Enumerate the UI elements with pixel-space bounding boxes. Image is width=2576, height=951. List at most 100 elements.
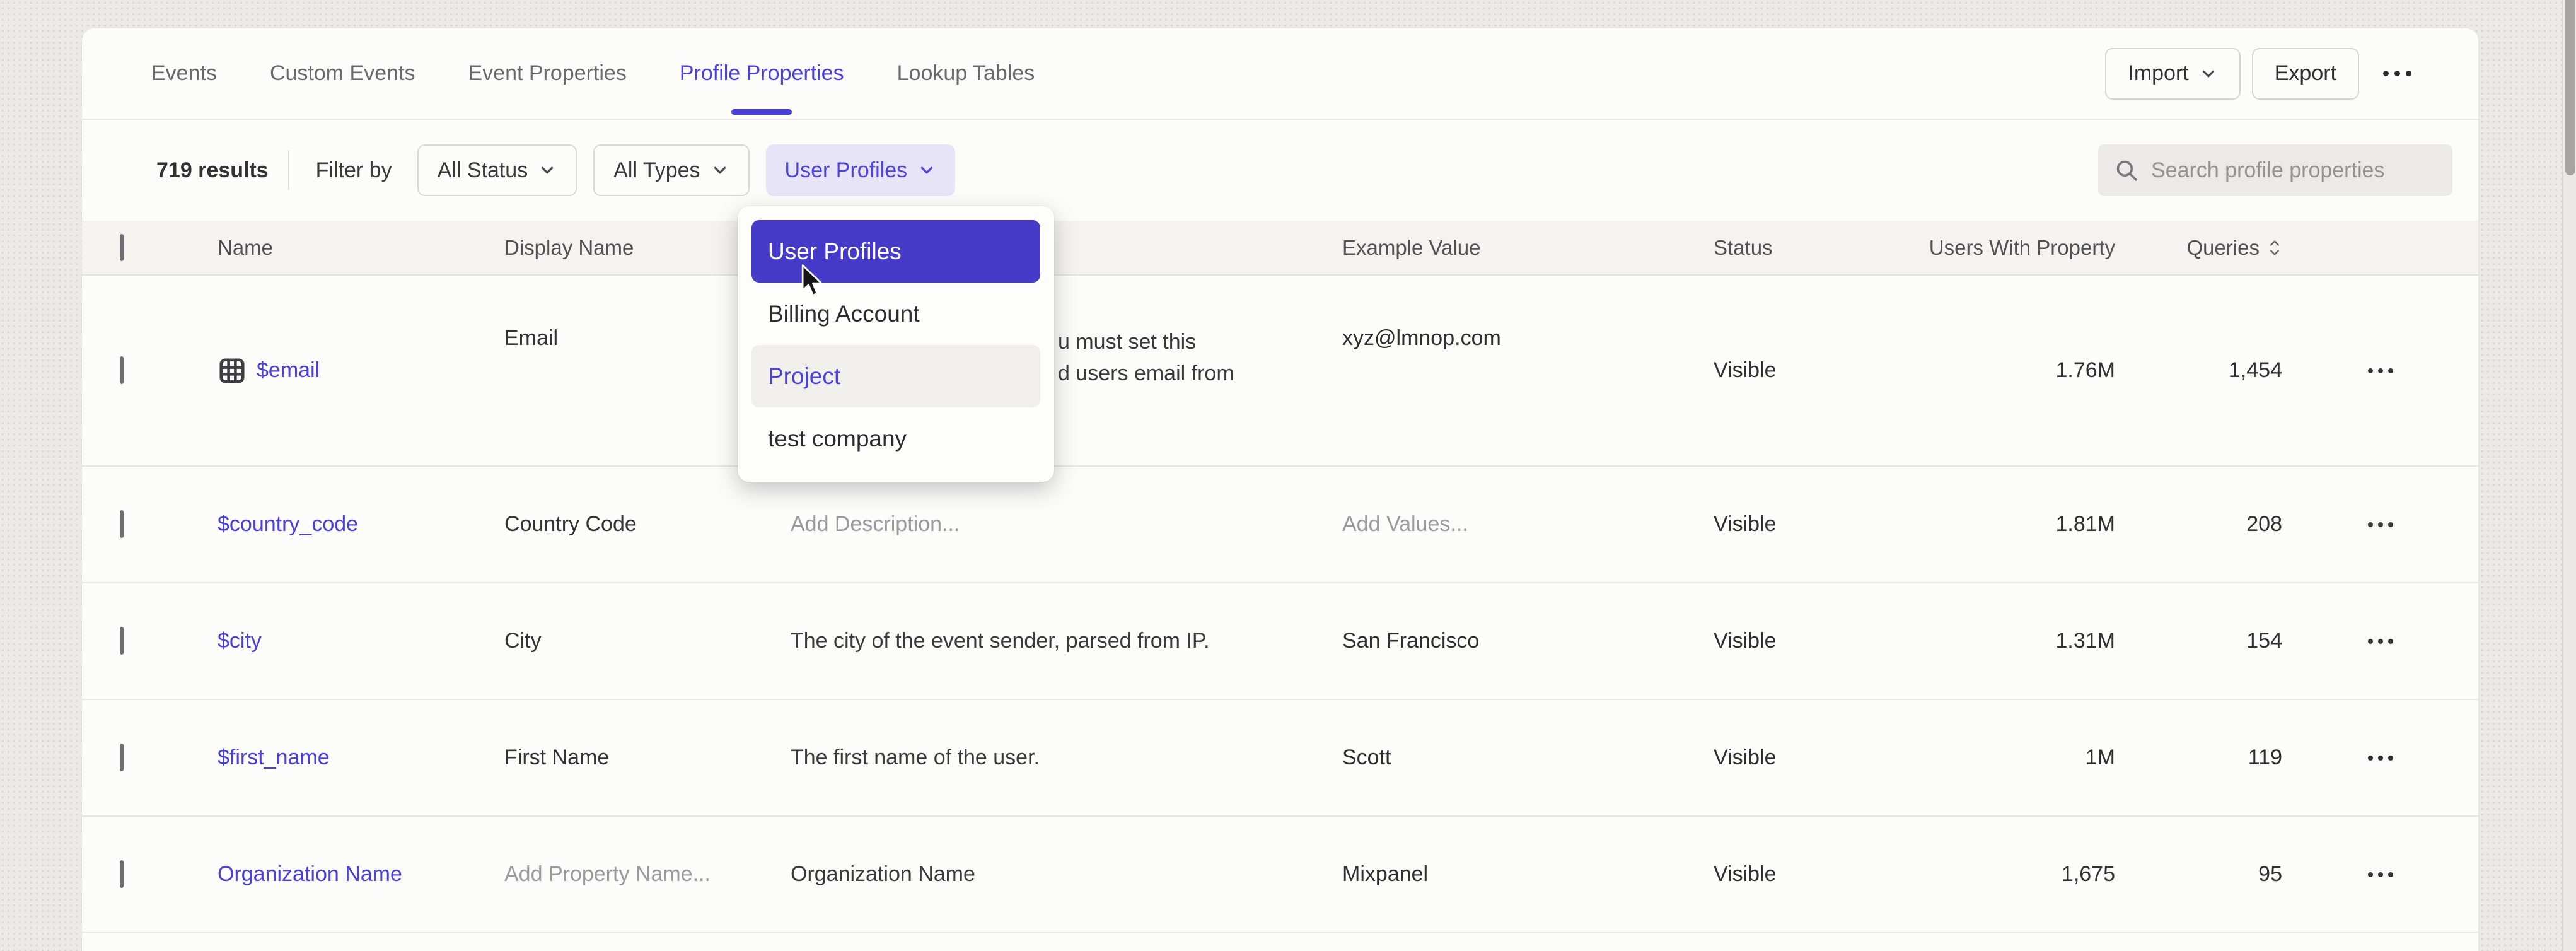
users-with-property-cell: 1.81M: [2056, 512, 2116, 537]
menu-item-user-profiles[interactable]: User Profiles: [751, 220, 1040, 283]
row-actions-button[interactable]: [2362, 749, 2399, 767]
example-value-cell[interactable]: San Francisco: [1342, 629, 1714, 653]
table-row: Organization Name Add Property Name... O…: [82, 817, 2478, 933]
display-name-cell[interactable]: City: [504, 629, 791, 653]
row-actions-button[interactable]: [2362, 633, 2399, 650]
ellipsis-icon: [2368, 872, 2373, 877]
property-name-link[interactable]: $email: [218, 356, 504, 385]
search-input[interactable]: [2151, 158, 2437, 183]
tab-profile-properties[interactable]: Profile Properties: [680, 28, 844, 119]
display-name-cell[interactable]: First Name: [504, 745, 791, 770]
row-actions-button[interactable]: [2362, 516, 2399, 534]
description-cell[interactable]: The first name of the user.: [791, 745, 1342, 770]
tab-events[interactable]: Events: [151, 28, 217, 119]
tab-label: Events: [151, 61, 217, 86]
row-checkbox[interactable]: [120, 744, 124, 771]
ellipsis-icon: [2383, 71, 2389, 76]
chevron-down-icon: [711, 161, 729, 180]
type-filter-button[interactable]: All Types: [593, 144, 749, 196]
chevron-down-icon: [2199, 64, 2218, 83]
example-value-cell[interactable]: xyz@lmnop.com: [1342, 276, 1714, 351]
results-count: 719 results: [156, 158, 269, 183]
description-line: d users email from: [1058, 358, 1342, 389]
menu-item-test-company[interactable]: test company: [751, 407, 1040, 470]
queries-cell: 154: [2246, 629, 2282, 653]
status-cell: Visible: [1714, 358, 1860, 383]
queries-cell: 119: [2248, 745, 2282, 770]
chevron-down-icon: [917, 161, 936, 180]
scrollbar-thumb[interactable]: [2565, 0, 2575, 175]
row-checkbox[interactable]: [120, 510, 124, 538]
cursor-icon: [799, 264, 825, 298]
entity-filter-button[interactable]: User Profiles: [766, 144, 956, 196]
header-example-value: Example Value: [1342, 236, 1714, 260]
ellipsis-icon: [2378, 368, 2383, 373]
tab-label: Custom Events: [270, 61, 415, 86]
import-button[interactable]: Import: [2105, 48, 2240, 100]
display-name-cell[interactable]: Add Property Name...: [504, 862, 791, 887]
row-checkbox[interactable]: [120, 356, 124, 384]
tab-lookup-tables[interactable]: Lookup Tables: [897, 28, 1035, 119]
scrollbar-track: [2562, 0, 2576, 951]
property-name-link[interactable]: $country_code: [218, 512, 504, 537]
queries-cell: 208: [2246, 512, 2282, 537]
table-header: Name Display Name Example Value Status U…: [82, 221, 2478, 276]
export-label: Export: [2275, 61, 2336, 86]
row-checkbox[interactable]: [120, 860, 124, 888]
select-all-checkbox[interactable]: [120, 234, 124, 261]
search-box: [2098, 144, 2452, 196]
table-row: $first_name First Name The first name of…: [82, 700, 2478, 817]
export-button[interactable]: Export: [2252, 48, 2359, 100]
property-name-link[interactable]: $first_name: [218, 745, 504, 770]
row-actions-button[interactable]: [2362, 362, 2399, 380]
filter-bar: 719 results Filter by All Status All Typ…: [82, 120, 2478, 221]
table-grid-icon: [218, 356, 247, 385]
tab-event-properties[interactable]: Event Properties: [468, 28, 626, 119]
users-with-property-cell: 1.76M: [2056, 358, 2116, 383]
property-name-link[interactable]: Organization Name: [218, 862, 504, 887]
display-name-cell[interactable]: Country Code: [504, 512, 791, 537]
status-cell: Visible: [1714, 745, 1860, 770]
ellipsis-icon: [2388, 756, 2393, 761]
property-name: $country_code: [218, 512, 358, 537]
active-tab-indicator: [731, 109, 792, 115]
row-checkbox[interactable]: [120, 627, 124, 655]
ellipsis-icon: [2394, 71, 2400, 76]
menu-item-billing-account[interactable]: Billing Account: [751, 283, 1040, 345]
divider: [288, 151, 289, 190]
users-with-property-cell: 1.31M: [2056, 629, 2116, 653]
example-value-cell[interactable]: Add Values...: [1342, 512, 1714, 537]
status-filter-button[interactable]: All Status: [417, 144, 577, 196]
table-row: $email Email u must set this d users ema…: [82, 276, 2478, 467]
property-name: $first_name: [218, 745, 330, 770]
ellipsis-icon: [2388, 368, 2393, 373]
sort-icon: [2267, 238, 2282, 257]
ellipsis-icon: [2368, 756, 2373, 761]
example-value-cell[interactable]: Mixpanel: [1342, 862, 1714, 887]
description-cell[interactable]: Add Description...: [791, 512, 1342, 537]
example-value-cell[interactable]: Scott: [1342, 745, 1714, 770]
ellipsis-icon: [2388, 872, 2393, 877]
property-name-link[interactable]: $city: [218, 629, 504, 653]
chevron-down-icon: [538, 161, 557, 180]
ellipsis-icon: [2368, 368, 2373, 373]
table-row: $country_code Country Code Add Descripti…: [82, 467, 2478, 583]
users-with-property-cell: 1,675: [2062, 862, 2115, 887]
ellipsis-icon: [2378, 639, 2383, 644]
menu-item-project[interactable]: Project: [751, 345, 1040, 407]
description-cell[interactable]: Organization Name: [791, 862, 1342, 887]
entity-filter-label: User Profiles: [785, 158, 908, 183]
search-icon: [2113, 157, 2140, 184]
description-cell[interactable]: The city of the event sender, parsed fro…: [791, 629, 1342, 653]
users-with-property-cell: 1M: [2086, 745, 2115, 770]
row-actions-button[interactable]: [2362, 866, 2399, 884]
tab-label: Lookup Tables: [897, 61, 1035, 86]
header-users-with-property: Users With Property: [1929, 236, 2115, 260]
tab-label: Event Properties: [468, 61, 626, 86]
header-queries-sort[interactable]: Queries: [2186, 236, 2282, 260]
tab-custom-events[interactable]: Custom Events: [270, 28, 415, 119]
status-cell: Visible: [1714, 629, 1860, 653]
import-label: Import: [2128, 61, 2188, 86]
type-filter-label: All Types: [613, 158, 700, 183]
more-actions-button[interactable]: [2370, 48, 2424, 100]
